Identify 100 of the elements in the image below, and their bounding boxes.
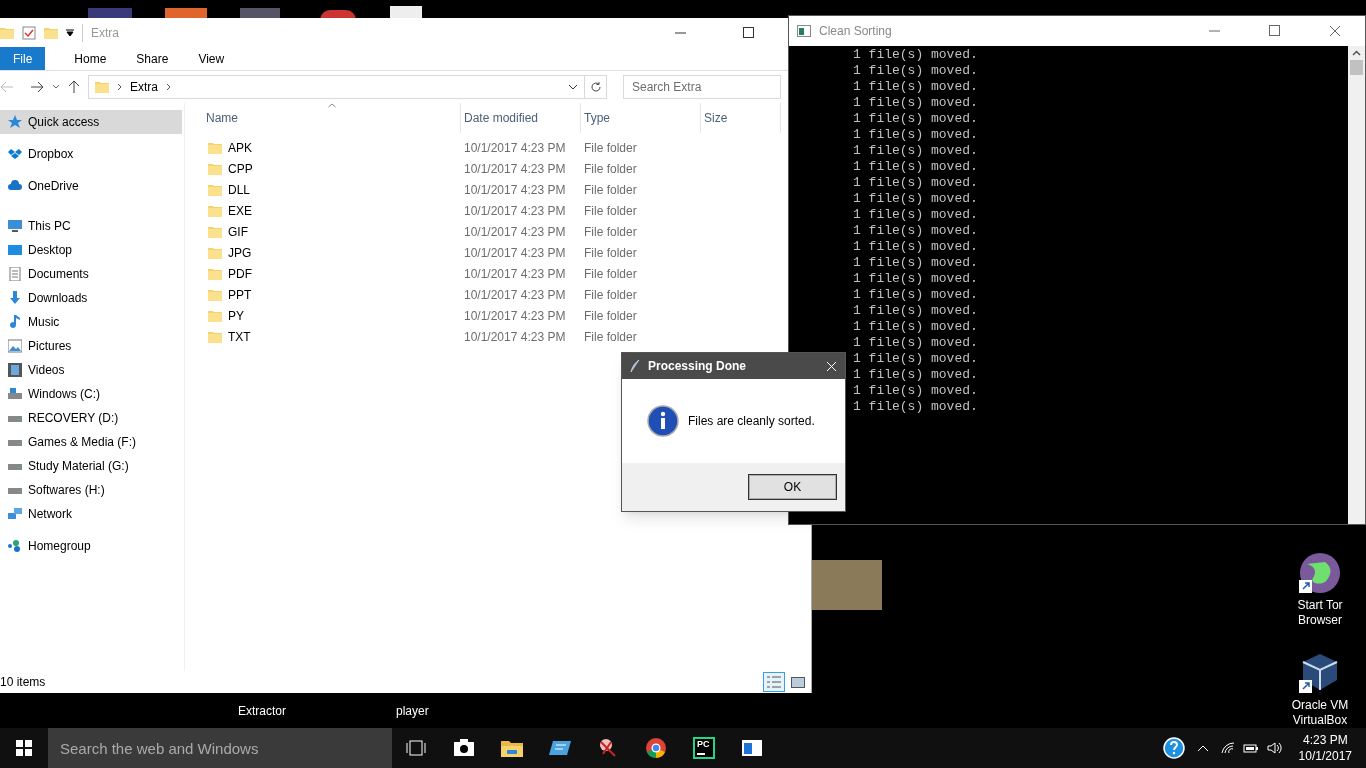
battery-icon[interactable] bbox=[1242, 742, 1259, 754]
table-cell: File folder bbox=[584, 308, 637, 323]
file-name[interactable]: JPG bbox=[228, 243, 252, 262]
chevron-icon bbox=[117, 83, 122, 91]
refresh-button[interactable] bbox=[585, 75, 607, 99]
task-view-icon[interactable] bbox=[406, 740, 426, 756]
address-bar[interactable]: Extra bbox=[88, 75, 585, 99]
folder-icon bbox=[208, 309, 222, 322]
forward-arrow-icon[interactable] bbox=[30, 81, 44, 93]
maximize-icon[interactable] bbox=[1269, 25, 1281, 37]
folder-icon bbox=[95, 81, 109, 93]
table-cell: 10/1/2017 4:23 PM bbox=[464, 245, 566, 260]
sidebar-item[interactable]: Network bbox=[0, 502, 182, 526]
ribbon-tab[interactable]: Share bbox=[123, 47, 182, 70]
cloud-icon bbox=[8, 179, 22, 193]
column-header[interactable]: Size bbox=[701, 103, 781, 133]
desktop-icon-label[interactable]: player bbox=[396, 702, 429, 720]
sidebar-item[interactable]: Music bbox=[0, 310, 182, 334]
console-line: 1 file(s) moved. bbox=[853, 191, 978, 207]
console-line: 1 file(s) moved. bbox=[853, 319, 978, 335]
column-header[interactable]: Name bbox=[203, 103, 461, 133]
pycharm-icon[interactable]: PC bbox=[693, 737, 715, 759]
console-line: 1 file(s) moved. bbox=[853, 351, 978, 367]
scrollbar[interactable] bbox=[1348, 46, 1365, 524]
music-note-icon bbox=[8, 315, 22, 329]
sidebar-item[interactable]: Windows (C:) bbox=[0, 382, 182, 406]
folder-icon bbox=[208, 225, 222, 238]
console-line: 1 file(s) moved. bbox=[853, 47, 978, 63]
file-name[interactable]: TXT bbox=[228, 327, 251, 346]
clock[interactable]: 4:23 PM 10/1/2017 bbox=[1298, 732, 1352, 764]
file-name[interactable]: GIF bbox=[228, 222, 248, 241]
file-name[interactable]: PPT bbox=[228, 285, 252, 304]
sidebar-item[interactable]: Games & Media (F:) bbox=[0, 430, 182, 454]
status-text: 10 items bbox=[0, 674, 46, 691]
ribbon-tab[interactable]: View bbox=[185, 47, 238, 70]
console-line: 1 file(s) moved. bbox=[853, 95, 978, 111]
caret-icon[interactable] bbox=[52, 84, 60, 90]
console-line: 1 file(s) moved. bbox=[853, 207, 978, 223]
sidebar-item[interactable]: RECOVERY (D:) bbox=[0, 406, 182, 430]
ribbon-tab[interactable]: Home bbox=[61, 47, 120, 70]
sidebar-item[interactable]: Quick access bbox=[0, 110, 182, 134]
network-icon bbox=[8, 507, 22, 521]
folder-icon bbox=[208, 141, 222, 154]
speaker-icon[interactable] bbox=[1266, 742, 1283, 754]
sidebar-item[interactable]: Desktop bbox=[0, 238, 182, 262]
file-name[interactable]: DLL bbox=[228, 180, 250, 199]
dialog-message: Files are cleanly sorted. bbox=[688, 413, 815, 430]
window-icon[interactable] bbox=[741, 739, 763, 757]
sidebar-item[interactable]: OneDrive bbox=[0, 174, 182, 198]
help-icon[interactable] bbox=[1162, 737, 1185, 759]
windows-logo-icon bbox=[16, 740, 32, 756]
desktop-icon-label[interactable]: Oracle VM VirtualBox bbox=[1291, 698, 1349, 728]
sidebar-item[interactable]: This PC bbox=[0, 214, 182, 238]
console-line: 1 file(s) moved. bbox=[853, 127, 978, 143]
scroll-thumb[interactable] bbox=[1350, 60, 1363, 75]
sidebar-item[interactable]: Study Material (G:) bbox=[0, 454, 182, 478]
file-name[interactable]: PY bbox=[228, 306, 244, 325]
folder-icon[interactable] bbox=[501, 739, 523, 757]
desktop-icon bbox=[8, 243, 22, 257]
table-cell: 10/1/2017 4:23 PM bbox=[464, 161, 566, 176]
sidebar-item[interactable]: Videos bbox=[0, 358, 182, 382]
table-cell: 10/1/2017 4:23 PM bbox=[464, 140, 566, 155]
console-line: 1 file(s) moved. bbox=[853, 63, 978, 79]
console-line: 1 file(s) moved. bbox=[853, 175, 978, 191]
globe-icon[interactable] bbox=[1299, 552, 1341, 594]
camera-icon[interactable] bbox=[453, 739, 475, 757]
info-icon bbox=[647, 405, 679, 437]
chrome-icon[interactable] bbox=[645, 737, 667, 759]
file-name[interactable]: CPP bbox=[228, 159, 253, 178]
file-name[interactable]: PDF bbox=[228, 264, 252, 283]
wifi-icon[interactable] bbox=[1220, 742, 1235, 754]
taskbar-search-field[interactable]: Search the web and Windows bbox=[48, 728, 392, 768]
file-name[interactable]: APK bbox=[228, 138, 252, 157]
ribbon-tab[interactable]: File bbox=[0, 47, 46, 70]
caret-icon[interactable] bbox=[568, 84, 578, 90]
star-icon bbox=[8, 115, 22, 129]
breadcrumb-item[interactable]: Extra bbox=[130, 78, 158, 96]
search-field[interactable]: Search Extra bbox=[623, 75, 781, 99]
column-header[interactable]: Type bbox=[581, 103, 701, 133]
sidebar-item[interactable]: Homegroup bbox=[0, 534, 182, 558]
ok-button[interactable]: OK bbox=[749, 475, 836, 499]
file-name[interactable]: EXE bbox=[228, 201, 252, 220]
column-header[interactable]: Date modified bbox=[461, 103, 581, 133]
close-icon[interactable] bbox=[1329, 25, 1341, 37]
chevron-up-icon[interactable] bbox=[1196, 744, 1209, 752]
sidebar-item[interactable]: Documents bbox=[0, 262, 182, 286]
homegroup-icon bbox=[8, 539, 22, 553]
folder-icon bbox=[208, 204, 222, 217]
console-line: 1 file(s) moved. bbox=[853, 111, 978, 127]
sidebar-item[interactable]: Pictures bbox=[0, 334, 182, 358]
desktop-icon-label[interactable]: Start Tor Browser bbox=[1297, 598, 1343, 628]
up-arrow-icon[interactable] bbox=[68, 80, 80, 94]
picture-icon bbox=[8, 339, 22, 353]
sidebar-item[interactable]: Downloads bbox=[0, 286, 182, 310]
console-line: 1 file(s) moved. bbox=[853, 399, 978, 415]
maximize-icon[interactable] bbox=[743, 26, 755, 39]
sidebar-item[interactable]: Softwares (H:) bbox=[0, 478, 182, 502]
desktop-icon-label[interactable]: Extractor bbox=[238, 702, 286, 720]
card-icon[interactable] bbox=[549, 739, 571, 757]
sidebar-item[interactable]: Dropbox bbox=[0, 142, 182, 166]
